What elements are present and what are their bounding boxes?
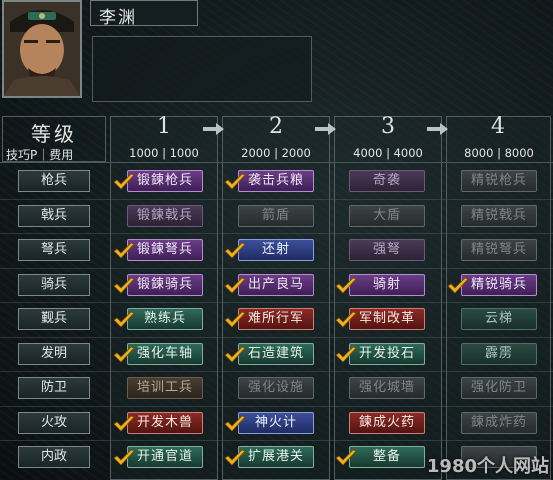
skill-button[interactable]: 精锐枪兵 [461, 170, 537, 192]
checkmark-icon [224, 277, 246, 294]
skill-button[interactable]: 精锐戟兵 [461, 205, 537, 227]
checkmark-icon [113, 449, 135, 466]
level-number-4: 4 [491, 114, 505, 139]
skill-button[interactable]: 强化设施 [238, 377, 314, 399]
category-label: 火攻 [18, 412, 90, 434]
skill-button[interactable]: 出产良马 [238, 274, 314, 296]
skill-button[interactable]: 锻鍊戟兵 [127, 205, 203, 227]
skill-button[interactable]: 鍊成火药 [349, 412, 425, 434]
checkmark-icon [224, 415, 246, 432]
skill-button[interactable]: 难所行军 [238, 308, 314, 330]
skill-button[interactable]: 强化城墙 [349, 377, 425, 399]
checkmark-icon [335, 311, 357, 328]
category-label: 防卫 [18, 377, 90, 399]
row-divider [0, 406, 553, 407]
skill-button[interactable]: 石造建筑 [238, 343, 314, 365]
skill-button[interactable]: 锻鍊枪兵 [127, 170, 203, 192]
arrow-right-icon [315, 123, 336, 135]
checkmark-icon [335, 277, 357, 294]
row-divider [0, 268, 553, 269]
category-label: 弩兵 [18, 239, 90, 261]
skill-button[interactable]: 大盾 [349, 205, 425, 227]
skill-button[interactable]: 军制改革 [349, 308, 425, 330]
checkmark-icon [224, 449, 246, 466]
level-number-2: 2 [269, 114, 283, 139]
skill-button[interactable]: 开发木兽 [127, 412, 203, 434]
level-subtitle: 技巧P｜费用 [6, 148, 74, 162]
row-divider [0, 233, 553, 234]
checkmark-icon [113, 242, 135, 259]
skill-button[interactable]: 开通官道 [127, 446, 203, 468]
skill-button[interactable]: 云梯 [461, 308, 537, 330]
skill-button[interactable]: 锻鍊骑兵 [127, 274, 203, 296]
character-portrait [2, 0, 82, 98]
row-divider [0, 199, 553, 200]
level-number-1: 1 [157, 114, 171, 139]
level-cost-1: 1000 | 1000 [129, 146, 199, 160]
skill-button[interactable]: 霹雳 [461, 343, 537, 365]
checkmark-icon [224, 346, 246, 363]
skill-button[interactable]: 扩展港关 [238, 446, 314, 468]
skill-button[interactable]: 还射 [238, 239, 314, 261]
level-number-3: 3 [381, 114, 395, 139]
category-label: 内政 [18, 446, 90, 468]
skill-button[interactable]: 强弩 [349, 239, 425, 261]
skill-button[interactable]: 奇袭 [349, 170, 425, 192]
watermark: 1980个人网站 [426, 456, 549, 477]
skill-button[interactable]: 整备 [349, 446, 425, 468]
category-label: 戟兵 [18, 205, 90, 227]
level-header: 等级 技巧P｜费用 [2, 116, 106, 162]
skill-button[interactable]: 神火计 [238, 412, 314, 434]
row-divider [0, 337, 553, 338]
level-cost-2: 2000 | 2000 [241, 146, 311, 160]
level-cost-3: 4000 | 4000 [353, 146, 423, 160]
checkmark-icon [447, 277, 469, 294]
checkmark-icon [113, 415, 135, 432]
category-label: 枪兵 [18, 170, 90, 192]
row-divider [0, 440, 553, 441]
category-label: 发明 [18, 343, 90, 365]
portrait-figure [4, 2, 80, 96]
skill-button[interactable]: 开发投石 [349, 343, 425, 365]
skill-button[interactable]: 鍊成炸药 [461, 412, 537, 434]
skill-button[interactable]: 锻鍊弩兵 [127, 239, 203, 261]
skill-button[interactable]: 强化防卫 [461, 377, 537, 399]
arrow-right-icon [203, 123, 224, 135]
skill-button[interactable]: 精锐骑兵 [461, 274, 537, 296]
character-info-panel [92, 36, 312, 102]
checkmark-icon [113, 311, 135, 328]
skill-button[interactable]: 培训工兵 [127, 377, 203, 399]
arrow-right-icon [427, 123, 448, 135]
skill-button[interactable]: 袭击兵粮 [238, 170, 314, 192]
checkmark-icon [224, 242, 246, 259]
row-divider [0, 302, 553, 303]
checkmark-icon [335, 346, 357, 363]
checkmark-icon [224, 311, 246, 328]
skill-button[interactable]: 熟练兵 [127, 308, 203, 330]
category-label: 觐兵 [18, 308, 90, 330]
skill-button[interactable]: 箭盾 [238, 205, 314, 227]
skill-button[interactable]: 骑射 [349, 274, 425, 296]
level-cost-4: 8000 | 8000 [464, 146, 534, 160]
checkmark-icon [224, 173, 246, 190]
character-name-box: 李渊 [90, 0, 198, 28]
level-title: 等级 [31, 122, 77, 146]
character-name: 李渊 [99, 8, 137, 28]
category-label: 骑兵 [18, 274, 90, 296]
checkmark-icon [113, 173, 135, 190]
checkmark-icon [113, 277, 135, 294]
skill-button[interactable]: 精锐弩兵 [461, 239, 537, 261]
checkmark-icon [335, 449, 357, 466]
row-divider [0, 371, 553, 372]
skill-button[interactable]: 强化车轴 [127, 343, 203, 365]
checkmark-icon [113, 346, 135, 363]
header-divider [0, 162, 553, 163]
